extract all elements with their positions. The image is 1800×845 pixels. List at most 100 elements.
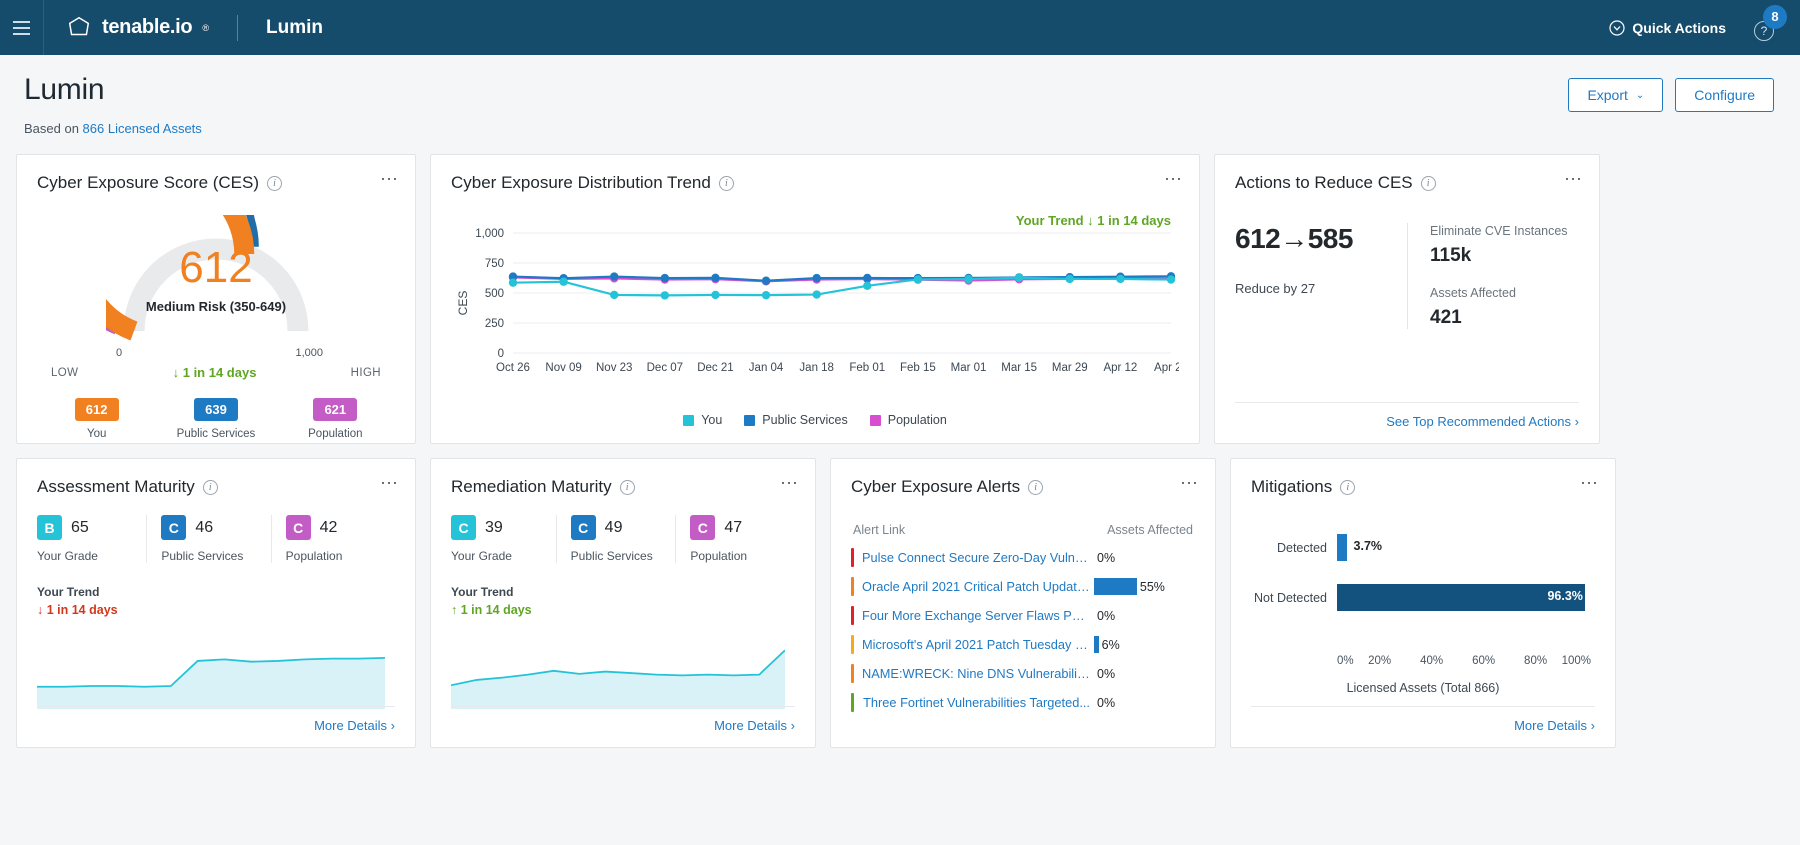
card-title-text: Cyber Exposure Distribution Trend <box>451 173 711 192</box>
svg-text:Mar 29: Mar 29 <box>1052 362 1088 374</box>
configure-button[interactable]: Configure <box>1675 78 1774 112</box>
brand-divider <box>237 14 238 41</box>
score-pill: 639 <box>193 398 238 421</box>
chevron-right-icon: › <box>390 718 395 733</box>
hamburger-menu-icon[interactable] <box>0 0 44 55</box>
info-icon[interactable]: i <box>718 175 734 191</box>
grade-badge: C <box>690 515 716 540</box>
alert-severity-indicator <box>851 548 854 567</box>
alert-row: Oracle April 2021 Critical Patch Update.… <box>851 572 1195 601</box>
card-menu-icon[interactable]: ⋯ <box>1164 170 1183 188</box>
grade-badge: C <box>161 515 187 540</box>
ces-high-label: HIGH <box>350 366 381 379</box>
bar-label: Not Detected <box>1254 591 1327 605</box>
licensed-assets-link[interactable]: 866 Licensed Assets <box>83 121 202 136</box>
ces-transition-value: 612→585 <box>1235 223 1353 254</box>
info-icon[interactable]: i <box>619 479 635 495</box>
svg-text:Oct 26: Oct 26 <box>496 362 530 374</box>
card-title: Cyber Exposure Distribution Trend i <box>451 173 1179 193</box>
card-cyber-exposure-distribution-trend: Cyber Exposure Distribution Trend i ⋯ Yo… <box>430 154 1200 444</box>
card-title: Cyber Exposure Score (CES) i <box>37 173 395 193</box>
card-title-text: Actions to Reduce CES <box>1235 173 1413 192</box>
assets-affected-value: 421 <box>1430 306 1462 328</box>
ces-score-public-services: 639 Public Services <box>156 398 275 440</box>
svg-text:Nov 23: Nov 23 <box>596 362 632 374</box>
assessment-grades: B 65 Your Grade C 46 Public Services C 4 <box>37 515 395 563</box>
grade-population: C 42 Population <box>270 515 395 563</box>
card-cyber-exposure-alerts: Cyber Exposure Alerts i ⋯ Alert Link Ass… <box>830 458 1216 748</box>
svg-text:Feb 01: Feb 01 <box>849 362 885 374</box>
grade-badge: C <box>285 515 311 540</box>
notification-badge[interactable]: 8 <box>1763 4 1787 29</box>
grade-your-grade: C 39 Your Grade <box>451 515 556 563</box>
info-icon[interactable]: i <box>202 479 218 495</box>
actions-body: 612→585 Reduce by 27 Eliminate CVE Insta… <box>1235 223 1579 329</box>
remediation-sparkline <box>450 625 795 709</box>
svg-text:Feb 15: Feb 15 <box>900 362 936 374</box>
alert-percent-label: 55% <box>1139 579 1165 594</box>
ces-gauge: 612 Medium Risk (350-649) 0 1,000 <box>49 134 326 359</box>
trend-title: Your Trend <box>451 585 514 599</box>
brand-logo-group[interactable]: tenable.io ® Lumin <box>66 14 323 41</box>
card-menu-icon[interactable]: ⋯ <box>380 474 399 492</box>
legend-label: Population <box>887 413 947 427</box>
card-footer: More Details › <box>451 706 795 735</box>
grade-top: C 47 <box>690 515 795 540</box>
dashboard-row-1: Cyber Exposure Score (CES) i ⋯ 612 Mediu… <box>16 134 1784 444</box>
grade-top: B 65 <box>37 515 146 540</box>
remediation-trend: Your Trend ↑ 1 in 14 days <box>451 585 795 617</box>
card-menu-icon[interactable]: ⋯ <box>1180 474 1199 492</box>
ces-gauge-min: 0 <box>116 347 123 359</box>
card-menu-icon[interactable]: ⋯ <box>780 474 799 492</box>
card-footer: More Details › <box>37 706 395 735</box>
card-menu-icon[interactable]: ⋯ <box>380 170 399 188</box>
alerts-column-headers: Alert Link Assets Affected <box>851 523 1195 537</box>
grade-badge: C <box>451 515 476 540</box>
trend-delta: ↑ 1 in 14 days <box>451 603 532 617</box>
alert-bar-fill <box>1094 578 1137 595</box>
more-details-link[interactable]: More Details › <box>314 718 395 733</box>
ces-trend: ↓ 1 in 14 days <box>172 365 257 380</box>
licensed-assets-prefix: Based on <box>24 121 83 136</box>
alert-percent-label: 0% <box>1097 666 1116 681</box>
info-icon[interactable]: i <box>267 175 283 191</box>
alerts-list: Pulse Connect Secure Zero-Day Vulnera...… <box>851 543 1195 717</box>
alert-link[interactable]: Oracle April 2021 Critical Patch Update.… <box>862 579 1090 594</box>
legend-item-public-services: Public Services <box>744 413 848 427</box>
card-actions-to-reduce-ces: Actions to Reduce CES i ⋯ 612→585 Reduce… <box>1214 154 1600 444</box>
ces-score-comparison: 612 You 639 Public Services 621 Populati… <box>37 398 395 440</box>
card-menu-icon[interactable]: ⋯ <box>1564 170 1583 188</box>
page-header-actions: Export ⌄ Configure <box>1568 78 1774 112</box>
trend-delta: ↓ 1 in 14 days <box>37 603 118 617</box>
trend-title: Your Trend <box>37 585 100 599</box>
top-navigation-bar: tenable.io ® Lumin Quick Actions ? 8 <box>0 0 1800 55</box>
alert-link[interactable]: NAME:WRECK: Nine DNS Vulnerabilities... <box>862 666 1090 681</box>
alert-link[interactable]: Three Fortinet Vulnerabilities Targeted.… <box>862 695 1090 710</box>
brand-registered-mark: ® <box>202 22 209 33</box>
export-button[interactable]: Export ⌄ <box>1568 78 1664 112</box>
ces-gauge-max: 1,000 <box>295 347 323 359</box>
see-top-recommended-actions-link[interactable]: See Top Recommended Actions › <box>1386 414 1579 429</box>
more-details-link[interactable]: More Details › <box>714 718 795 733</box>
grade-public-services: C 49 Public Services <box>555 515 676 563</box>
quick-actions-button[interactable]: Quick Actions <box>1609 20 1726 36</box>
alert-link[interactable]: Microsoft's April 2021 Patch Tuesday - O… <box>862 637 1090 652</box>
actions-left: 612→585 Reduce by 27 <box>1235 223 1407 329</box>
grade-value: 49 <box>604 518 623 536</box>
svg-text:Apr 12: Apr 12 <box>1103 362 1137 374</box>
bar-label: Detected <box>1276 541 1327 555</box>
card-menu-icon[interactable]: ⋯ <box>1580 474 1599 492</box>
trend-chart: 0 250 500 750 1,000 CES Oct 26 Nov 09 Nov 23 Dec … <box>451 227 1188 377</box>
alert-link[interactable]: Pulse Connect Secure Zero-Day Vulnera... <box>862 550 1090 565</box>
ces-score-population: 621 Population <box>276 398 395 440</box>
grade-top: C 46 <box>161 515 270 540</box>
info-icon[interactable]: i <box>1420 175 1436 191</box>
card-title: Remediation Maturity i <box>451 477 795 497</box>
grade-value: 46 <box>195 518 214 536</box>
grade-label: Population <box>690 549 748 563</box>
alert-link[interactable]: Four More Exchange Server Flaws Patch... <box>862 608 1090 623</box>
your-trend-label: Your Trend ↓ 1 in 14 days <box>1015 213 1171 228</box>
info-icon[interactable]: i <box>1028 479 1044 495</box>
info-icon[interactable]: i <box>1340 479 1356 495</box>
more-details-link[interactable]: More Details › <box>1514 718 1595 733</box>
